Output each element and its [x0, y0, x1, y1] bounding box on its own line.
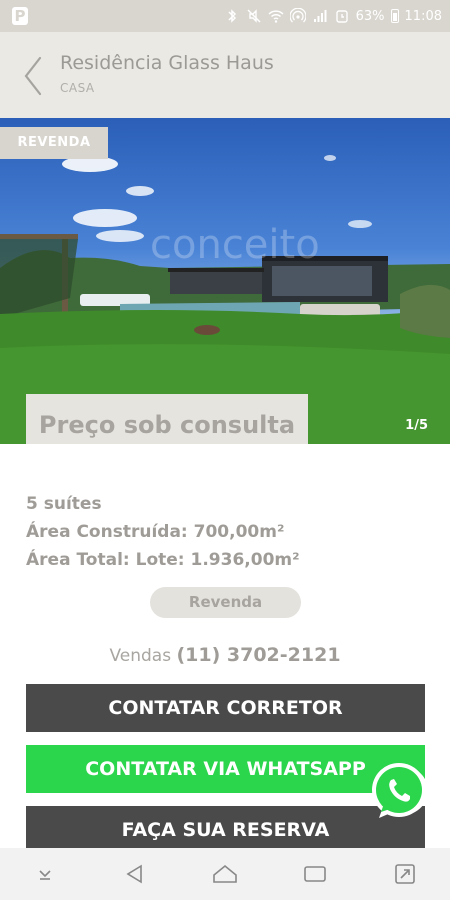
phone-label: Vendas [109, 646, 172, 666]
property-photo-carousel[interactable]: conceito REVENDA Preço sob consulta 1/5 [0, 118, 450, 444]
app-header: Residência Glass Haus CASA [0, 32, 450, 118]
detail-total-area: Área Total: Lote: 1.936,00m² [26, 550, 300, 570]
signal-icon [313, 10, 327, 22]
mute-icon [247, 9, 261, 23]
clock: 11:08 [404, 8, 442, 24]
nav-hide-icon[interactable] [25, 854, 65, 894]
page-title: Residência Glass Haus [60, 52, 274, 74]
property-type: CASA [60, 81, 95, 95]
status-icons: 63% 11:08 [224, 8, 442, 24]
battery-icon [390, 9, 399, 23]
photo-counter: 1/5 [405, 418, 428, 433]
detail-suites: 5 suítes [26, 494, 102, 514]
system-nav-bar [0, 848, 450, 900]
property-details: 5 suítes Área Construída: 700,00m² Área … [26, 490, 300, 574]
nav-expand-icon[interactable] [385, 854, 425, 894]
status-pill: Revenda [150, 587, 301, 618]
watermark-text: conceito [150, 222, 320, 268]
contact-broker-button[interactable]: CONTATAR CORRETOR [26, 684, 425, 732]
contact-whatsapp-button[interactable]: CONTATAR VIA WHATSAPP [26, 745, 425, 793]
resale-badge: REVENDA [0, 127, 108, 159]
nav-back-icon[interactable] [115, 854, 155, 894]
price-label: Preço sob consulta [26, 394, 308, 444]
whatsapp-icon[interactable] [369, 760, 429, 824]
status-bar: P 63% 11:08 [0, 0, 450, 32]
nav-home-icon[interactable] [205, 854, 245, 894]
hotspot-icon [289, 8, 306, 23]
alarm-icon [335, 10, 348, 23]
back-arrow-icon[interactable] [20, 54, 48, 98]
phone-number[interactable]: (11) 3702-2121 [176, 644, 340, 666]
reserve-button[interactable]: FAÇA SUA RESERVA [26, 806, 425, 854]
app-p-icon: P [12, 7, 28, 25]
sales-phone[interactable]: Vendas (11) 3702-2121 [0, 644, 450, 666]
bluetooth-icon [228, 9, 236, 23]
detail-built-area: Área Construída: 700,00m² [26, 522, 285, 542]
nav-recents-icon[interactable] [295, 854, 335, 894]
wifi-icon [268, 10, 284, 23]
battery-percent: 63% [355, 8, 385, 24]
